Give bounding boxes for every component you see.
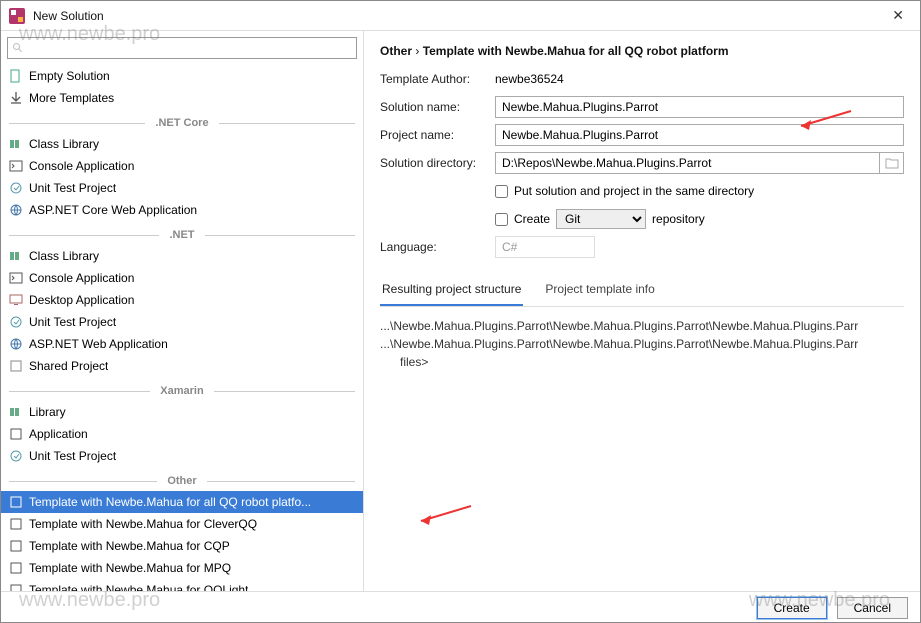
close-button[interactable]: ✕ bbox=[884, 3, 912, 28]
vcs-select[interactable]: Git bbox=[556, 209, 646, 229]
search-input-container[interactable] bbox=[7, 37, 357, 59]
download-icon bbox=[9, 91, 23, 105]
language-label: Language: bbox=[380, 240, 495, 254]
template-item[interactable]: ASP.NET Core Web Application bbox=[1, 199, 363, 221]
template-item[interactable]: Console Application bbox=[1, 155, 363, 177]
create-repo-label: Create bbox=[514, 212, 550, 226]
web-icon bbox=[9, 203, 23, 217]
project-name-input[interactable] bbox=[495, 124, 904, 146]
more-templates-item[interactable]: More Templates bbox=[1, 87, 363, 109]
language-value: C# bbox=[495, 236, 595, 258]
template-icon bbox=[9, 495, 23, 509]
tab-structure[interactable]: Resulting project structure bbox=[380, 276, 523, 306]
solution-name-label: Solution name: bbox=[380, 100, 495, 114]
empty-solution-item[interactable]: Empty Solution bbox=[1, 65, 363, 87]
template-author-value: newbe36524 bbox=[495, 72, 904, 86]
library-icon bbox=[9, 249, 23, 263]
app-icon bbox=[9, 427, 23, 441]
template-item[interactable]: Library bbox=[1, 401, 363, 423]
console-icon bbox=[9, 159, 23, 173]
web-icon bbox=[9, 337, 23, 351]
create-repo-checkbox[interactable] bbox=[495, 213, 508, 226]
repo-label: repository bbox=[652, 212, 705, 226]
template-icon bbox=[9, 583, 23, 591]
browse-folder-button[interactable] bbox=[880, 152, 904, 174]
breadcrumb: Other › Template with Newbe.Mahua for al… bbox=[380, 43, 904, 58]
search-icon bbox=[12, 42, 24, 54]
file-icon bbox=[9, 69, 23, 83]
template-item[interactable]: Unit Test Project bbox=[1, 177, 363, 199]
group-header-other: Other bbox=[1, 471, 363, 491]
template-item[interactable]: ASP.NET Web Application bbox=[1, 333, 363, 355]
window-title: New Solution bbox=[33, 9, 884, 23]
same-directory-checkbox[interactable] bbox=[495, 185, 508, 198]
template-item[interactable]: Shared Project bbox=[1, 355, 363, 377]
template-item[interactable]: Template with Newbe.Mahua for CleverQQ bbox=[1, 513, 363, 535]
library-icon bbox=[9, 137, 23, 151]
template-item[interactable]: Console Application bbox=[1, 267, 363, 289]
template-icon bbox=[9, 561, 23, 575]
template-icon bbox=[9, 517, 23, 531]
library-icon bbox=[9, 405, 23, 419]
group-header-net: .NET bbox=[1, 225, 363, 245]
project-name-label: Project name: bbox=[380, 128, 495, 142]
template-item[interactable]: Desktop Application bbox=[1, 289, 363, 311]
template-item[interactable]: Unit Test Project bbox=[1, 445, 363, 467]
group-header-xamarin: Xamarin bbox=[1, 381, 363, 401]
solution-dir-label: Solution directory: bbox=[380, 156, 495, 170]
group-header-netcore: .NET Core bbox=[1, 113, 363, 133]
template-tree: Empty Solution More Templates .NET Core … bbox=[1, 65, 363, 591]
template-item[interactable]: Template with Newbe.Mahua for CQP bbox=[1, 535, 363, 557]
template-item-selected[interactable]: Template with Newbe.Mahua for all QQ rob… bbox=[1, 491, 363, 513]
solution-name-input[interactable] bbox=[495, 96, 904, 118]
create-button[interactable]: Create bbox=[757, 597, 827, 619]
template-item[interactable]: Application bbox=[1, 423, 363, 445]
app-icon bbox=[9, 8, 25, 24]
template-icon bbox=[9, 539, 23, 553]
template-item[interactable]: Class Library bbox=[1, 245, 363, 267]
desktop-icon bbox=[9, 293, 23, 307]
template-item[interactable]: Class Library bbox=[1, 133, 363, 155]
console-icon bbox=[9, 271, 23, 285]
solution-dir-input[interactable] bbox=[495, 152, 880, 174]
cancel-button[interactable]: Cancel bbox=[837, 597, 908, 619]
tab-template-info[interactable]: Project template info bbox=[543, 276, 656, 306]
template-item[interactable]: Template with Newbe.Mahua for QQLight bbox=[1, 579, 363, 591]
template-item[interactable]: Unit Test Project bbox=[1, 311, 363, 333]
same-directory-label: Put solution and project in the same dir… bbox=[514, 184, 754, 198]
template-author-label: Template Author: bbox=[380, 72, 495, 86]
template-item[interactable]: Template with Newbe.Mahua for MPQ bbox=[1, 557, 363, 579]
test-icon bbox=[9, 181, 23, 195]
test-icon bbox=[9, 315, 23, 329]
project-structure-panel: ...\Newbe.Mahua.Plugins.Parrot\Newbe.Mah… bbox=[380, 307, 904, 579]
search-input[interactable] bbox=[28, 41, 352, 55]
shared-icon bbox=[9, 359, 23, 373]
test-icon bbox=[9, 449, 23, 463]
